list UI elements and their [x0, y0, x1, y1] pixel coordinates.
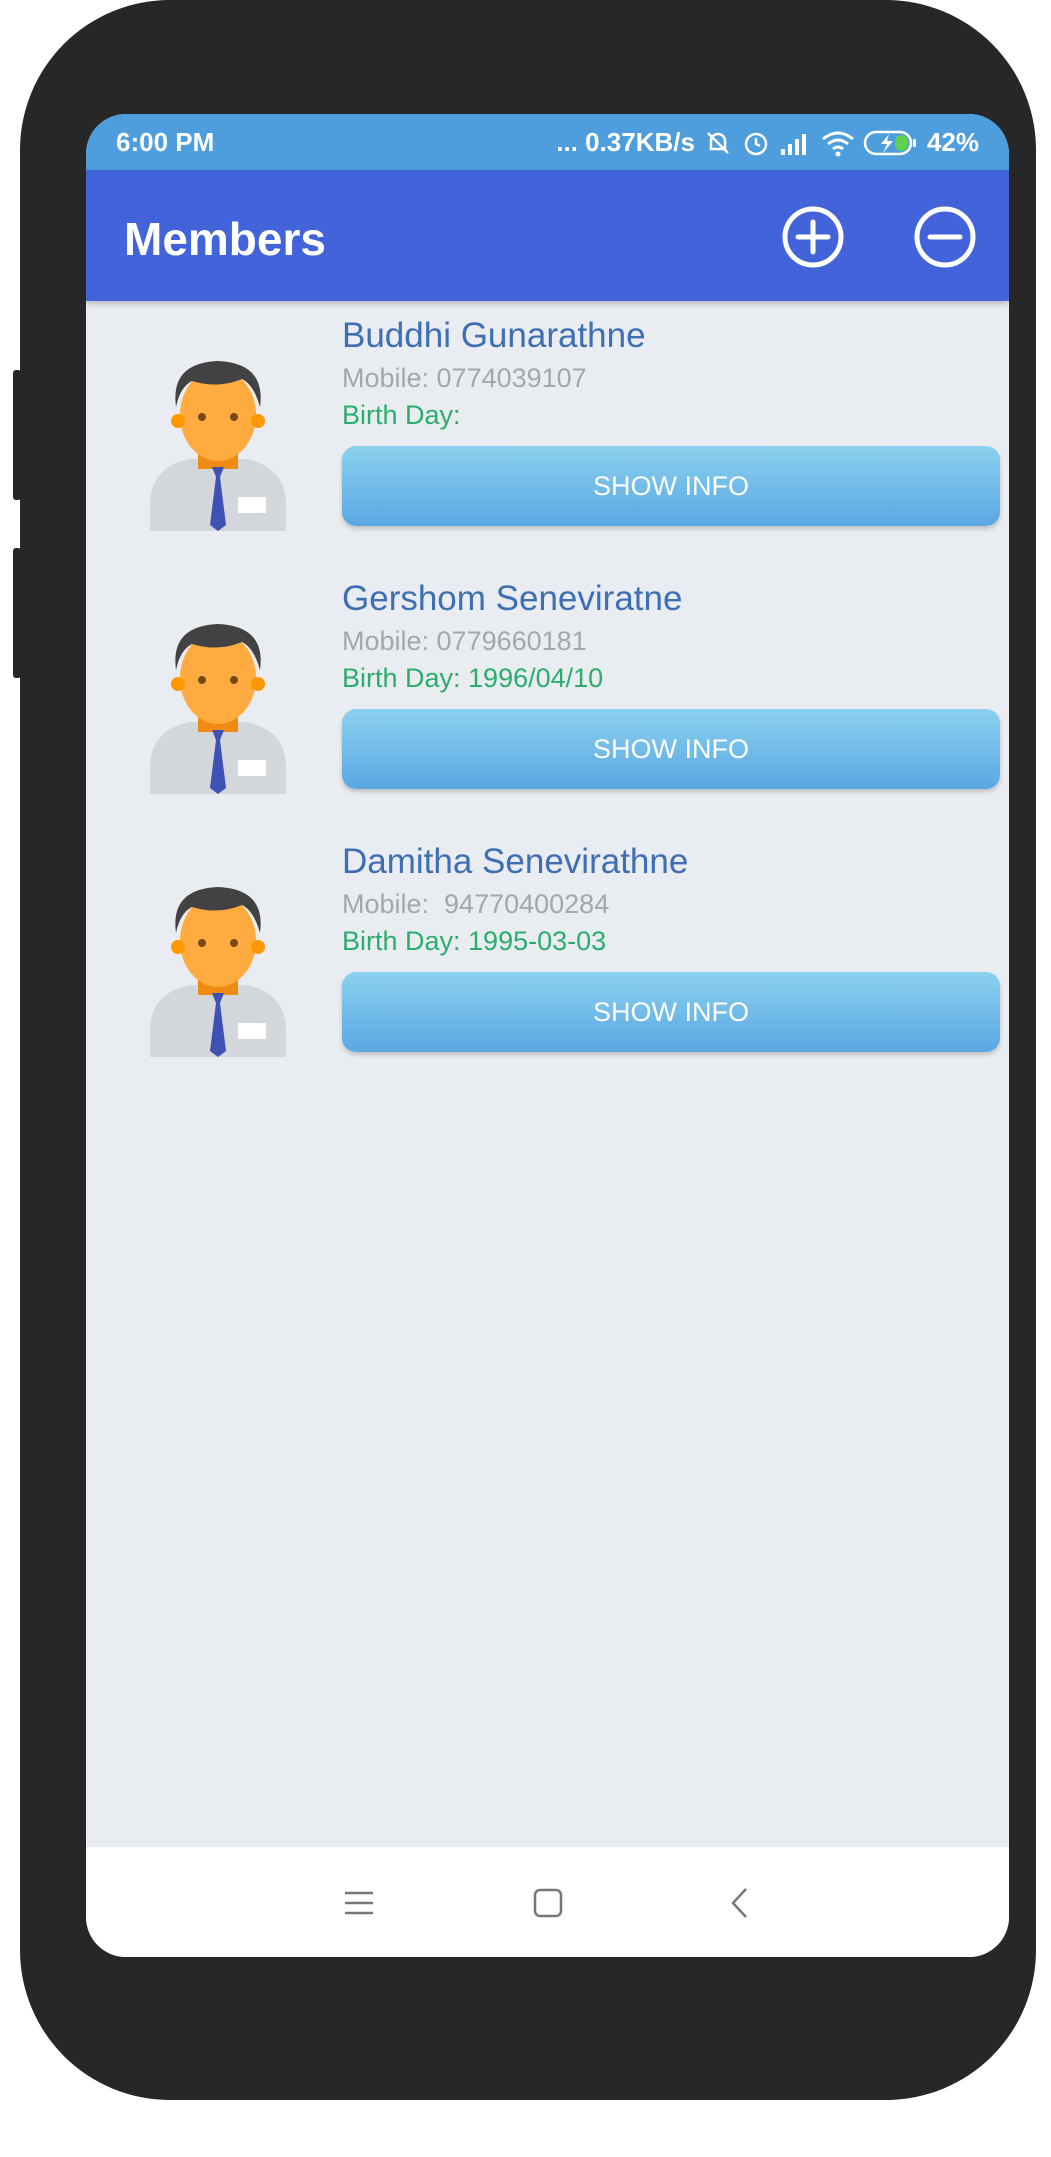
phone-frame: 6:00 PM ... 0.37KB/s 42% Members Buddhi … [20, 0, 1036, 2100]
screen: 6:00 PM ... 0.37KB/s 42% Members Buddhi … [86, 114, 1009, 1957]
member-name: Damitha Senevirathne [342, 842, 689, 881]
battery-percent: 42% [926, 127, 979, 157]
show-info-button[interactable]: SHOW INFO [342, 972, 1000, 1052]
list-item: Buddhi Gunarathne Mobile: 0774039107 Bir… [86, 301, 1009, 564]
member-mobile: Mobile: 94770400284 [342, 889, 610, 919]
member-birth-day: Birth Day: [342, 400, 461, 430]
list-item: Gershom Seneviratne Mobile: 0779660181 B… [86, 564, 1009, 827]
signal-icon [780, 133, 806, 155]
member-birth-day: Birth Day: 1996/04/10 [342, 663, 604, 693]
minus-circle-icon[interactable] [912, 204, 978, 270]
app-bar: Members [86, 170, 1009, 301]
back-chevron-icon[interactable] [722, 1885, 758, 1921]
member-name: Gershom Seneviratne [342, 579, 683, 618]
alarm-icon [744, 132, 768, 155]
member-name: Buddhi Gunarathne [342, 316, 646, 355]
member-mobile: Mobile: 0774039107 [342, 363, 587, 393]
menu-icon[interactable] [341, 1885, 377, 1921]
battery-charging-icon [863, 130, 916, 155]
wifi-icon [822, 131, 854, 156]
avatar [150, 887, 286, 1057]
member-mobile: Mobile: 0779660181 [342, 626, 587, 656]
list-item: Damitha Senevirathne Mobile: 94770400284… [86, 827, 1009, 1090]
plus-circle-icon[interactable] [780, 204, 846, 270]
mute-icon [707, 131, 729, 154]
avatar [150, 361, 286, 531]
status-right: ... 0.37KB/s 42% [556, 127, 979, 158]
show-info-button[interactable]: SHOW INFO [342, 709, 1000, 789]
show-info-button[interactable]: SHOW INFO [342, 446, 1000, 526]
network-speed: ... 0.37KB/s [556, 127, 695, 157]
home-square-icon[interactable] [530, 1885, 566, 1921]
navigation-bar [86, 1847, 1009, 1957]
status-time: 6:00 PM [116, 127, 215, 157]
member-birth-day: Birth Day: 1995-03-03 [342, 926, 607, 956]
avatar [150, 624, 286, 794]
page-title: Members [124, 213, 326, 265]
status-bar: 6:00 PM ... 0.37KB/s 42% [86, 114, 1009, 170]
